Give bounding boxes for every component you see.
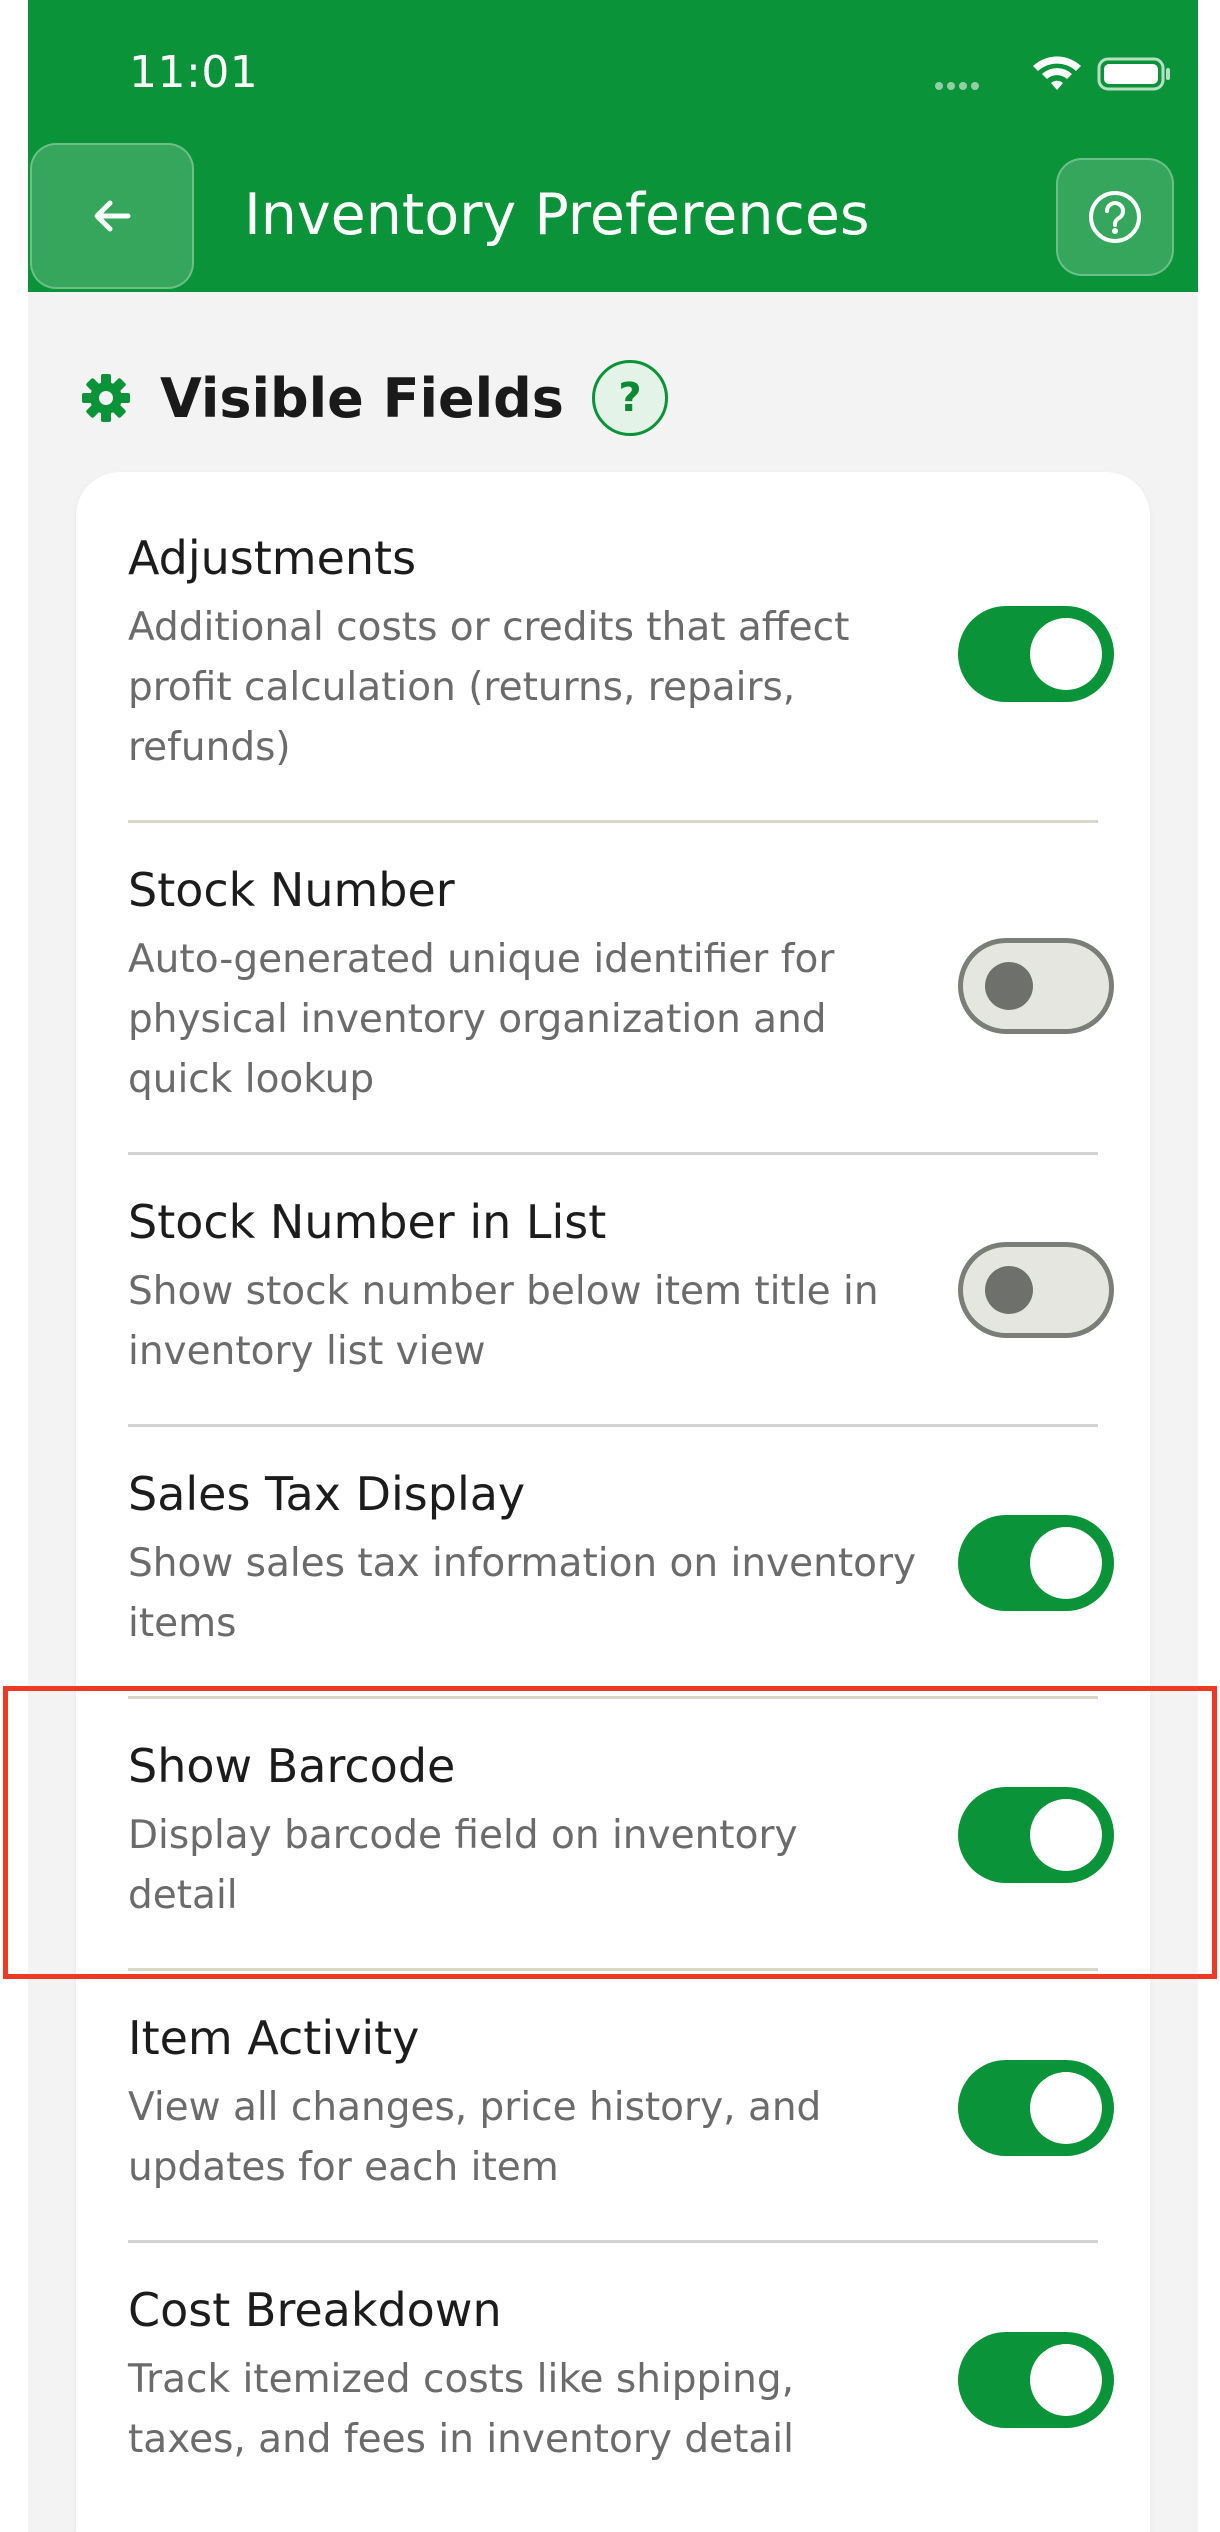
fields-card: Adjustments Additional costs or credits … [76, 472, 1150, 2532]
field-title-sales-tax-display: Sales Tax Display [128, 1467, 526, 1521]
field-title-adjustments: Adjustments [128, 531, 417, 585]
toggle-knob [1030, 2072, 1102, 2144]
toggle-knob [1030, 618, 1102, 690]
back-button[interactable] [30, 143, 194, 289]
screen: 11:01 Inventory Preferences Visible Fiel… [28, 0, 1198, 2532]
help-circle-icon [1089, 191, 1141, 243]
toggle-knob [985, 962, 1033, 1010]
help-button[interactable] [1056, 158, 1174, 276]
field-title-cost-breakdown: Cost Breakdown [128, 2283, 502, 2337]
section-help-button[interactable]: ? [591, 360, 668, 436]
signal-icon [935, 82, 979, 90]
toggle-knob [1030, 1527, 1102, 1599]
toggle-knob [985, 1266, 1033, 1314]
field-desc-stock-number-in-list: Show stock number below item title in in… [128, 1269, 879, 1374]
field-desc-stock-number: Auto-generated unique identifier for phy… [128, 937, 835, 1102]
toggle-stock-number[interactable] [958, 938, 1114, 1034]
toggle-cost-breakdown[interactable] [958, 2332, 1114, 2428]
page-title: Inventory Preferences [244, 182, 870, 248]
field-desc-sales-tax-display: Show sales tax information on inventory … [128, 1541, 917, 1646]
field-title-item-activity: Item Activity [128, 2011, 420, 2065]
field-desc-adjustments: Additional costs or credits that affect … [128, 605, 850, 770]
section-header: Visible Fields ? [80, 356, 668, 440]
toggle-stock-number-in-list[interactable] [958, 1242, 1114, 1338]
field-title-stock-number-in-list: Stock Number in List [128, 1195, 607, 1249]
highlight-box-show-barcode [3, 1686, 1217, 1979]
toggle-item-activity[interactable] [958, 2060, 1114, 2156]
back-arrow-icon [94, 200, 131, 232]
app-header: 11:01 Inventory Preferences [28, 0, 1198, 292]
status-time: 11:01 [129, 47, 259, 98]
field-title-stock-number: Stock Number [128, 863, 455, 917]
divider [128, 820, 1098, 823]
divider [128, 1152, 1098, 1155]
section-title: Visible Fields [160, 366, 564, 430]
status-icons [935, 56, 1170, 91]
divider [128, 2240, 1098, 2243]
field-desc-item-activity: View all changes, price history, and upd… [128, 2085, 822, 2190]
toggle-adjustments[interactable] [958, 606, 1114, 702]
field-desc-cost-breakdown: Track itemized costs like shipping, taxe… [128, 2357, 794, 2462]
battery-icon [1097, 57, 1170, 91]
toggle-knob [1030, 2344, 1102, 2416]
gear-icon [82, 374, 130, 422]
toggle-sales-tax-display[interactable] [958, 1515, 1114, 1611]
divider [128, 1424, 1098, 1427]
wifi-icon [1033, 56, 1081, 90]
